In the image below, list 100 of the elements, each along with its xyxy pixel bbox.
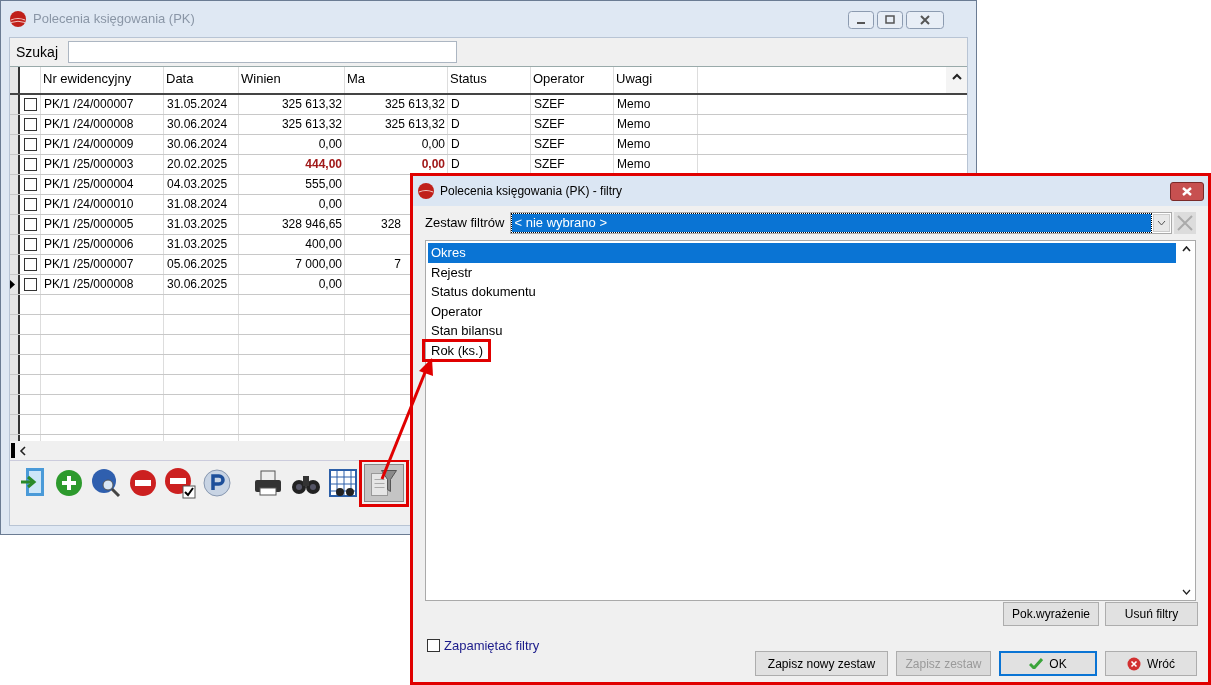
scroll-thumb[interactable] [11, 443, 15, 458]
filter-set-dropdown[interactable]: < nie wybrano > [510, 212, 1172, 234]
column-header[interactable]: Winien [241, 71, 281, 86]
table-cell: PK/1 /24/000010 [44, 197, 134, 211]
table-cell: 30.06.2025 [167, 277, 228, 291]
table-row[interactable]: PK/1 /24/000008 30.06.2024 325 613,32 325 613,32 D SZEF Memo [10, 115, 967, 135]
dialog-title: Polecenia księgowania (PK) - filtry [440, 183, 623, 200]
table-cell: PK/1 /25/000004 [44, 177, 134, 191]
table-cell: 31.08.2024 [167, 197, 228, 211]
remember-checkbox[interactable] [427, 639, 440, 653]
search-field[interactable] [68, 41, 458, 63]
search-label: Szukaj [16, 42, 59, 62]
filter-icon [371, 469, 397, 496]
filter-item[interactable]: Operator [428, 301, 1176, 321]
table-row[interactable]: PK/1 /24/000009 30.06.2024 0,00 0,00 D SZEF Memo [10, 135, 967, 155]
row-checkbox[interactable] [23, 258, 37, 271]
close-icon[interactable] [906, 11, 944, 29]
filter-item[interactable]: Rok (ks.) [424, 340, 489, 360]
row-checkbox[interactable] [23, 178, 37, 191]
table-cell: 31.03.2025 [167, 217, 228, 231]
dropdown-value: < nie wybrano > [512, 214, 1151, 232]
table-cell: 0,00 [421, 157, 445, 171]
table-cell: PK/1 /24/000008 [44, 117, 134, 131]
row-checkbox[interactable] [23, 218, 37, 231]
table-cell: 325 613,32 [384, 97, 445, 111]
filter-item[interactable]: Okres [428, 243, 1176, 263]
column-header[interactable]: Data [166, 71, 194, 86]
table-cell: 0,00 [318, 277, 342, 291]
table-cell: SZEF [534, 97, 565, 111]
app-logo-icon [9, 10, 27, 28]
table-cell: 30.06.2024 [167, 117, 228, 131]
app-logo-icon [417, 182, 435, 200]
column-header[interactable]: Status [450, 71, 487, 86]
row-checkbox[interactable] [23, 198, 37, 211]
maximize-icon[interactable] [877, 11, 903, 29]
search-p-icon[interactable] [90, 466, 122, 499]
ok-button[interactable]: OK [999, 651, 1097, 676]
row-checkbox[interactable] [23, 238, 37, 251]
window-title: Polecenia księgowania (PK) [33, 10, 195, 29]
table-cell: 0,00 [318, 197, 342, 211]
table-cell: 325 613,32 [384, 117, 445, 131]
row-checkbox[interactable] [23, 98, 37, 111]
column-header[interactable]: Operator [533, 71, 585, 86]
column-header[interactable]: Nr ewidencyjny [43, 71, 132, 86]
table-cell: SZEF [534, 157, 565, 171]
table-cell: D [451, 157, 460, 171]
minimize-icon[interactable] [848, 11, 874, 29]
filter-item[interactable]: Status dokumentu [428, 282, 1176, 302]
scroll-up-icon[interactable] [951, 73, 962, 80]
scroll-left-icon[interactable] [19, 445, 27, 456]
column-header[interactable]: Ma [347, 71, 366, 86]
scroll-down-icon[interactable] [1182, 589, 1191, 595]
table-cell: PK/1 /25/000007 [44, 257, 134, 271]
table-cell: SZEF [534, 137, 565, 151]
chevron-down-icon [1157, 220, 1166, 226]
dialog-button[interactable]: Zapisz nowy zestaw [755, 651, 888, 676]
table-cell: Memo [617, 137, 651, 151]
table-cell: PK/1 /25/000005 [44, 217, 134, 231]
p-circle-icon[interactable] [202, 467, 232, 498]
table-cell: 328 946,65 [281, 217, 342, 231]
table-cell: 444,00 [305, 157, 342, 171]
filter-set-label: Zestaw filtrów [425, 214, 505, 233]
table-cell: 400,00 [305, 237, 342, 251]
checkbox-label: Zapamiętać filtry [444, 637, 540, 655]
table-cell: PK/1 /25/000008 [44, 277, 134, 291]
checkmark-icon [1029, 658, 1044, 669]
table-cell: PK/1 /24/000007 [44, 97, 134, 111]
cancel-button[interactable]: Wróć [1105, 651, 1197, 676]
table-cell: SZEF [534, 117, 565, 131]
table-cell: PK/1 /25/000006 [44, 237, 134, 251]
remove-icon[interactable] [128, 467, 158, 498]
table-cell: 31.03.2025 [167, 237, 228, 251]
table-cell: PK/1 /24/000009 [44, 137, 134, 151]
grid-search-icon[interactable] [328, 466, 358, 499]
action-button[interactable]: Usuń filtry [1105, 602, 1198, 626]
table-cell: 0,00 [318, 137, 342, 151]
row-checkbox[interactable] [23, 158, 37, 171]
row-checkbox[interactable] [23, 278, 37, 291]
table-cell: Memo [617, 157, 651, 171]
table-cell: Memo [617, 117, 651, 131]
action-button[interactable]: Pok.wyrażenie [1003, 602, 1099, 626]
add-icon[interactable] [54, 467, 84, 498]
table-cell: 0,00 [421, 137, 445, 151]
row-checkbox[interactable] [23, 138, 37, 151]
scroll-up-icon[interactable] [1182, 246, 1191, 252]
printer-icon[interactable] [252, 467, 284, 498]
row-checkbox[interactable] [23, 118, 37, 131]
remove-check-icon[interactable] [164, 466, 196, 499]
table-cell: 04.03.2025 [167, 177, 228, 191]
column-header[interactable]: Uwagi [616, 71, 653, 86]
table-cell: 328 [380, 217, 401, 231]
table-cell: 05.06.2025 [167, 257, 228, 271]
table-cell: 7 000,00 [295, 257, 342, 271]
close-button[interactable] [1170, 181, 1204, 201]
filter-item[interactable]: Rejestr [428, 262, 1176, 282]
clear-icon [1177, 215, 1193, 231]
table-row[interactable]: PK/1 /24/000007 31.05.2024 325 613,32 325 613,32 D SZEF Memo [10, 95, 967, 115]
close-icon [1182, 186, 1192, 196]
table-cell: D [451, 117, 460, 131]
filter-item[interactable]: Stan bilansu [428, 321, 1176, 341]
